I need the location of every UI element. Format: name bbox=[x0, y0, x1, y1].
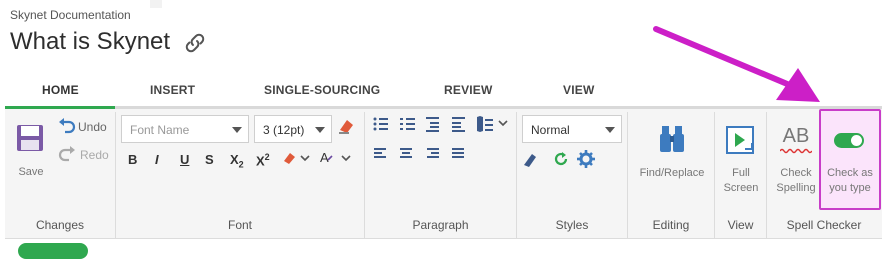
highlight-color-icon[interactable] bbox=[281, 150, 311, 166]
full-screen-button[interactable]: Full Screen bbox=[719, 166, 763, 196]
svg-text:A: A bbox=[320, 150, 329, 165]
subscript-2: 2 bbox=[238, 159, 244, 170]
gear-icon[interactable] bbox=[577, 150, 595, 168]
squiggle-icon bbox=[780, 148, 812, 154]
full-screen-icon[interactable] bbox=[725, 125, 755, 155]
subscript-button[interactable]: X2 bbox=[230, 152, 244, 170]
paragraph-tools[interactable] bbox=[370, 115, 510, 161]
subscript-x: X bbox=[230, 152, 239, 167]
annotation-arrow bbox=[653, 26, 820, 102]
font-group-label: Font bbox=[227, 218, 252, 232]
bullet-list-icon bbox=[373, 117, 388, 131]
view-group-label: View bbox=[727, 218, 754, 232]
chevron-down-icon bbox=[605, 127, 615, 133]
check-as-you-type-toggle[interactable] bbox=[834, 133, 864, 148]
check-as-you-type-button[interactable]: Check as you type bbox=[821, 166, 879, 196]
check-spelling-button[interactable]: Check Spelling bbox=[771, 166, 821, 196]
tab-review[interactable]: REVIEW bbox=[444, 83, 493, 97]
check-as-you-type-line1: Check as bbox=[827, 167, 873, 179]
outdent-icon bbox=[426, 117, 439, 132]
superscript-2: 2 bbox=[264, 152, 270, 162]
styles-group-label: Styles bbox=[555, 218, 589, 232]
indent-icon bbox=[452, 117, 465, 132]
tab-insert[interactable]: INSERT bbox=[150, 83, 195, 97]
chevron-down-icon bbox=[498, 120, 508, 127]
bottom-toggle[interactable] bbox=[18, 243, 88, 259]
tab-single-sourcing[interactable]: SINGLE-SOURCING bbox=[264, 83, 380, 97]
font-size-select[interactable]: 3 (12pt) bbox=[254, 115, 332, 143]
align-right-icon bbox=[427, 148, 439, 158]
underline-button[interactable]: U bbox=[180, 152, 189, 167]
strikethrough-button[interactable]: S bbox=[205, 152, 214, 167]
undo-icon[interactable] bbox=[58, 118, 76, 134]
justify-icon bbox=[452, 148, 464, 158]
tab-view[interactable]: VIEW bbox=[563, 83, 594, 97]
align-left-icon bbox=[374, 148, 386, 158]
italic-button[interactable]: I bbox=[155, 152, 159, 167]
check-spelling-line1: Check bbox=[780, 167, 812, 179]
spelling-ab-icon[interactable]: AB bbox=[778, 125, 814, 148]
font-name-select[interactable]: Font Name bbox=[121, 115, 249, 143]
format-painter-icon[interactable] bbox=[522, 150, 538, 168]
link-icon[interactable] bbox=[183, 32, 207, 54]
bold-button[interactable]: B bbox=[128, 152, 137, 167]
find-replace-button[interactable]: Find/Replace bbox=[634, 166, 710, 181]
redo-button[interactable]: Redo bbox=[80, 148, 109, 163]
breadcrumb[interactable]: Skynet Documentation bbox=[10, 8, 131, 22]
font-size-value: 3 (12pt) bbox=[263, 123, 305, 137]
superscript-button[interactable]: X2 bbox=[256, 152, 270, 168]
binoculars-icon[interactable] bbox=[659, 124, 685, 154]
align-center-icon bbox=[400, 148, 412, 158]
toggle-knob bbox=[851, 135, 862, 146]
full-screen-line2: Screen bbox=[723, 182, 759, 194]
changes-group-label: Changes bbox=[35, 218, 85, 232]
chevron-down-icon bbox=[232, 127, 242, 133]
paragraph-group-label: Paragraph bbox=[412, 218, 469, 232]
undo-button[interactable]: Undo bbox=[78, 120, 107, 135]
save-icon[interactable] bbox=[16, 124, 44, 152]
line-spacing-icon bbox=[477, 116, 493, 132]
superscript-x: X bbox=[256, 153, 265, 169]
numbered-list-icon bbox=[400, 118, 415, 130]
chevron-down-icon bbox=[315, 127, 325, 133]
font-color-icon[interactable]: A bbox=[318, 150, 354, 166]
styles-value: Normal bbox=[531, 123, 570, 137]
clear-format-icon[interactable] bbox=[337, 117, 355, 135]
redo-icon[interactable] bbox=[58, 146, 76, 162]
check-spelling-line2: Spelling bbox=[776, 182, 816, 194]
check-as-you-type-line2: you type bbox=[829, 182, 871, 194]
tab-home[interactable]: HOME bbox=[42, 83, 79, 97]
save-button[interactable]: Save bbox=[12, 165, 50, 180]
editing-group-label: Editing bbox=[652, 218, 690, 232]
page-title: What is Skynet bbox=[10, 28, 171, 55]
full-screen-line1: Full bbox=[732, 167, 750, 179]
refresh-styles-icon[interactable] bbox=[553, 151, 569, 167]
styles-select[interactable]: Normal bbox=[522, 115, 622, 143]
top-shade bbox=[150, 0, 162, 8]
spell-checker-group-label: Spell Checker bbox=[786, 218, 862, 232]
font-name-placeholder: Font Name bbox=[130, 123, 190, 137]
